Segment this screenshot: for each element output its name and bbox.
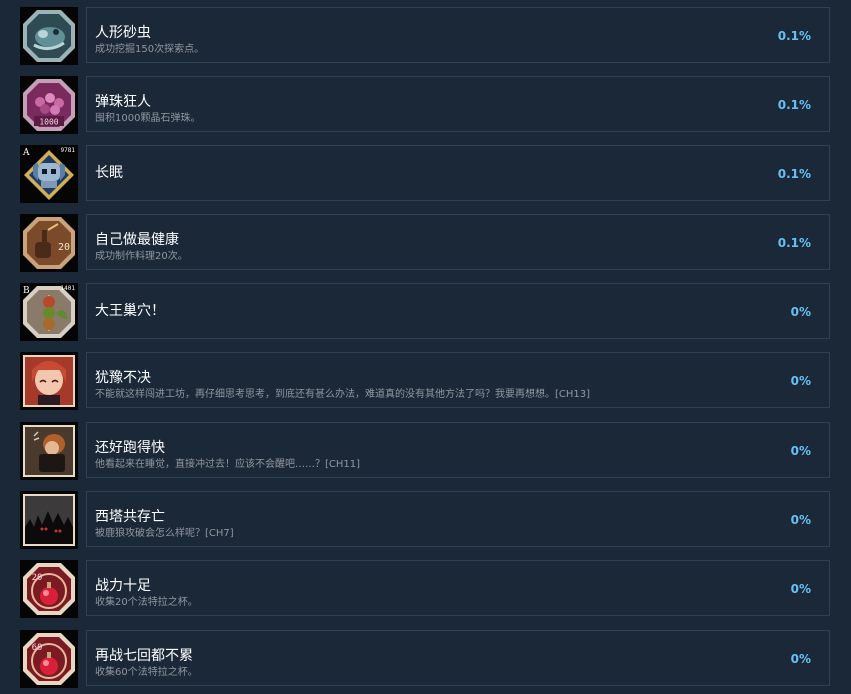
achievement-row[interactable]: 20 战力十足 收集20个法特拉之杯。 0%	[0, 560, 851, 620]
achievement-title: 西塔共存亡	[95, 509, 165, 525]
achievement-description: 成功挖掘150次探索点。	[95, 44, 205, 55]
achievement-title: 战力十足	[95, 578, 151, 594]
achievement-box: 战力十足 收集20个法特拉之杯。 0%	[86, 560, 830, 616]
achievement-description: 成功制作料理20次。	[95, 251, 188, 262]
achievement-title: 人形砂虫	[95, 25, 151, 41]
achievement-box: 犹豫不决 不能就这样闯进工坊，再仔细思考思考，到底还有甚么办法，难道真的没有其他…	[86, 352, 830, 408]
unlock-percentage: 0.1%	[777, 29, 811, 43]
achievement-box: 长眠 0.1%	[86, 145, 830, 201]
achievement-row[interactable]: 1000 弹珠狂人 囤积1000颗晶石弹珠。 0.1%	[0, 76, 851, 136]
skull-corner-letter: A	[22, 148, 30, 158]
achievement-row[interactable]: A 9781 长眠 0.1%	[0, 145, 851, 205]
potion-count-text: 60	[32, 643, 43, 653]
achievement-description: 收集60个法特拉之杯。	[95, 667, 198, 678]
potion-count-text: 20	[32, 573, 43, 583]
achievement-box: 还好跑得快 他看起来在睡觉，直接冲过去！应该不会醒吧……？[CH11] 0%	[86, 422, 830, 478]
unlock-percentage: 0%	[790, 513, 811, 527]
achievement-box: 大王巢穴！ 0%	[86, 283, 830, 339]
achievement-title: 再战七回都不累	[95, 648, 193, 664]
sleeping-figure-icon	[20, 422, 78, 480]
unlock-percentage: 0.1%	[777, 98, 811, 112]
achievement-row[interactable]: 人形砂虫 成功挖掘150次探索点。 0.1%	[0, 7, 851, 67]
achievement-row[interactable]: 还好跑得快 他看起来在睡觉，直接冲过去！应该不会醒吧……？[CH11] 0%	[0, 422, 851, 482]
red-potion-20-icon: 20	[20, 560, 78, 618]
skull-count-text: 9781	[61, 147, 76, 154]
achievement-description: 收集20个法特拉之杯。	[95, 597, 198, 608]
achievement-title: 长眠	[95, 165, 123, 181]
achievement-title: 弹珠狂人	[95, 94, 151, 110]
achievement-description: 他看起来在睡觉，直接冲过去！应该不会醒吧……？[CH11]	[95, 459, 361, 470]
achievement-description: 不能就这样闯进工坊，再仔细思考思考，到底还有甚么办法，难道真的没有其他方法了吗？…	[95, 389, 591, 400]
achievement-row[interactable]: 西塔共存亡 被鹿狼攻破会怎么样呢？[CH7] 0%	[0, 491, 851, 551]
achievement-description: 被鹿狼攻破会怎么样呢？[CH7]	[95, 528, 234, 539]
skewer-icon: B 1401	[20, 283, 78, 341]
unlock-percentage: 0%	[790, 374, 811, 388]
skull-knight-icon: A 9781	[20, 145, 78, 203]
unlock-percentage: 0.1%	[777, 236, 811, 250]
unlock-percentage: 0.1%	[777, 167, 811, 181]
achievement-row[interactable]: 犹豫不决 不能就这样闯进工坊，再仔细思考思考，到底还有甚么办法，难道真的没有其他…	[0, 352, 851, 412]
cooking-count-text: 20	[58, 242, 70, 253]
unlock-percentage: 0%	[790, 305, 811, 319]
achievement-row[interactable]: 20 自己做最健康 成功制作料理20次。 0.1%	[0, 214, 851, 274]
marble-count-text: 1000	[39, 118, 58, 127]
achievement-box: 自己做最健康 成功制作料理20次。 0.1%	[86, 214, 830, 270]
achievement-row[interactable]: 60 再战七回都不累 收集60个法特拉之杯。 0%	[0, 630, 851, 690]
achievement-box: 弹珠狂人 囤积1000颗晶石弹珠。 0.1%	[86, 76, 830, 132]
unlock-percentage: 0%	[790, 652, 811, 666]
sandworm-icon	[20, 7, 78, 65]
marbles-icon: 1000	[20, 76, 78, 134]
achievement-title: 还好跑得快	[95, 440, 165, 456]
achievement-box: 再战七回都不累 收集60个法特拉之杯。 0%	[86, 630, 830, 686]
unlock-percentage: 0%	[790, 444, 811, 458]
achievement-title: 犹豫不决	[95, 370, 151, 386]
achievement-box: 西塔共存亡 被鹿狼攻破会怎么样呢？[CH7] 0%	[86, 491, 830, 547]
red-potion-60-icon: 60	[20, 630, 78, 688]
achievement-description: 囤积1000颗晶石弹珠。	[95, 113, 201, 124]
skewer-count-text: 1401	[61, 285, 76, 292]
skewer-corner-letter: B	[23, 286, 30, 296]
achievement-title: 自己做最健康	[95, 232, 179, 248]
unlock-percentage: 0%	[790, 582, 811, 596]
red-hair-girl-icon	[20, 352, 78, 410]
achievement-title: 大王巢穴！	[95, 303, 165, 319]
dark-forest-icon	[20, 491, 78, 549]
achievement-row[interactable]: B 1401 大王巢穴！ 0%	[0, 283, 851, 343]
cooking-hand-icon: 20	[20, 214, 78, 272]
achievement-box: 人形砂虫 成功挖掘150次探索点。 0.1%	[86, 7, 830, 63]
